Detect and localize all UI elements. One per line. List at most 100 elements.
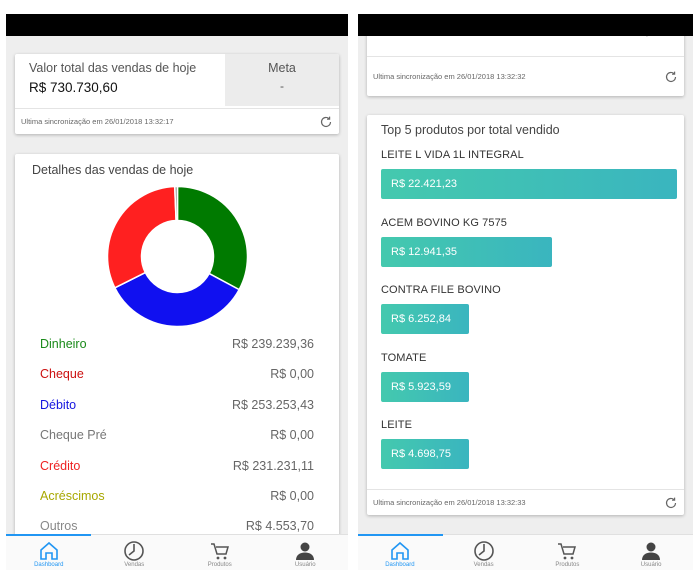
payment-legend: Dinheiro R$ 239.239,36 Cheque R$ 0,00 Débito… bbox=[40, 337, 314, 534]
legend-value: R$ 0,00 bbox=[270, 428, 314, 443]
sync-row: Ultima sincronização em 26/01/2018 13:32… bbox=[15, 108, 339, 134]
product-name: CONTRA FILE BOVINO bbox=[381, 284, 501, 296]
sync-timestamp: Ultima sincronização em 26/01/2018 13:32… bbox=[373, 498, 526, 507]
top-products-title: Top 5 produtos por total vendido bbox=[381, 123, 560, 137]
total-sales-label: Valor total das vendas de hoje bbox=[29, 61, 197, 75]
nav-dashboard[interactable]: Dashboard bbox=[6, 535, 92, 570]
donut-slice-dinheiro bbox=[176, 185, 249, 291]
total-sales-card: Valor total das vendas de hoje R$ 730.73… bbox=[15, 54, 339, 134]
product-item: TOMATE R$ 5.923,59 bbox=[381, 352, 674, 420]
legend-label: Cheque Pré bbox=[40, 428, 107, 443]
legend-label: Dinheiro bbox=[40, 337, 87, 351]
status-bar bbox=[358, 14, 693, 36]
legend-row: Débito R$ 253.253,43 bbox=[40, 398, 314, 428]
nav-vendas[interactable]: Vendas bbox=[442, 535, 526, 570]
status-bar bbox=[6, 14, 348, 36]
nav-dashboard[interactable]: Dashboard bbox=[358, 535, 442, 570]
meta-section: Meta - bbox=[225, 54, 339, 106]
legend-row: Outros R$ 4.553,70 bbox=[40, 519, 314, 534]
user-icon bbox=[642, 542, 661, 560]
total-sales-value: R$ 730.730,60 bbox=[29, 80, 118, 95]
product-value: R$ 12.941,35 bbox=[391, 245, 458, 258]
legend-label: Cheque bbox=[40, 367, 84, 382]
legend-row: Crédito R$ 231.231,11 bbox=[40, 459, 314, 489]
nav-label: Dashboard bbox=[34, 562, 64, 568]
product-value: R$ 22.421,23 bbox=[391, 178, 458, 190]
active-tab-indicator bbox=[6, 534, 91, 536]
legend-row: Acréscimos R$ 0,00 bbox=[40, 489, 314, 519]
nav-usuario[interactable]: Usuário bbox=[609, 535, 693, 570]
nav-label: Produtos bbox=[555, 562, 580, 568]
product-item: LEITE R$ 4.698,75 bbox=[381, 419, 674, 487]
sync-row: Ultima sincronização em 26/01/2018 13:32… bbox=[367, 489, 684, 515]
sales-details-card: Detalhes das vendas de hoje Dinheiro R$ 2… bbox=[15, 154, 339, 534]
legend-value: R$ 239.239,36 bbox=[231, 337, 314, 351]
product-value: R$ 5.923,59 bbox=[391, 380, 451, 393]
product-value: R$ 6.252,84 bbox=[391, 313, 451, 325]
scroll-content[interactable]: Valor total das vendas de hoje R$ 730.73… bbox=[6, 36, 348, 534]
refresh-icon[interactable] bbox=[664, 70, 678, 84]
user-icon bbox=[296, 542, 315, 560]
product-item: CONTRA FILE BOVINO R$ 6.252,84 bbox=[381, 284, 674, 352]
total-sales-section: Valor total das vendas de hoje R$ 730.73… bbox=[15, 54, 225, 106]
legend-label: Crédito bbox=[40, 458, 81, 473]
cart-icon bbox=[210, 543, 229, 560]
product-bar: R$ 5.923,59 bbox=[381, 371, 469, 402]
legend-row: Dinheiro R$ 239.239,36 bbox=[40, 337, 314, 367]
sync-timestamp: Ultima sincronização em 26/01/2018 13:32… bbox=[373, 72, 526, 81]
nav-produtos[interactable]: Produtos bbox=[177, 535, 263, 570]
legend-value: R$ 4.553,70 bbox=[245, 519, 314, 534]
product-name: TOMATE bbox=[381, 351, 427, 364]
cart-icon bbox=[558, 543, 577, 560]
refresh-icon[interactable] bbox=[319, 115, 333, 129]
product-bar: R$ 22.421,23 bbox=[381, 169, 677, 199]
nav-label: Dashboard bbox=[385, 562, 415, 568]
legend-label: Acréscimos bbox=[40, 488, 105, 503]
product-bar: R$ 4.698,75 bbox=[381, 439, 469, 469]
nav-label: Produtos bbox=[207, 562, 232, 568]
sync-timestamp: Ultima sincronização em 26/01/2018 13:32… bbox=[21, 117, 174, 126]
ticket-value: R$ 60,40 bbox=[613, 36, 662, 50]
product-name: LEITE L VIDA 1L INTEGRAL bbox=[381, 149, 524, 161]
product-bar: R$ 6.252,84 bbox=[381, 304, 469, 334]
dashboard-screen-left: Valor total das vendas de hoje R$ 730.73… bbox=[6, 14, 348, 570]
clock-icon bbox=[473, 541, 494, 561]
nav-vendas[interactable]: Vendas bbox=[92, 535, 178, 570]
nav-label: Usuário bbox=[294, 562, 316, 568]
home-icon bbox=[391, 541, 409, 560]
ticket-row: Ticket Médio R$ 60,40 bbox=[367, 36, 684, 50]
legend-value: R$ 253.253,43 bbox=[231, 397, 314, 412]
legend-value: R$ 0,00 bbox=[270, 367, 314, 382]
payment-donut-chart bbox=[106, 185, 249, 328]
clock-icon bbox=[124, 541, 145, 561]
meta-label: Meta bbox=[268, 61, 296, 75]
legend-label: Outros bbox=[40, 519, 78, 534]
donut-slice-cr-dito bbox=[106, 185, 177, 289]
product-name: ACEM BOVINO KG 7575 bbox=[381, 216, 507, 229]
nav-produtos[interactable]: Produtos bbox=[526, 535, 610, 570]
donut-slice-outros bbox=[173, 185, 179, 222]
legend-value: R$ 231.231,11 bbox=[232, 458, 314, 473]
product-name: LEITE bbox=[381, 419, 413, 431]
scroll-content[interactable]: Ticket Médio R$ 60,40 Ultima sincronizaç… bbox=[358, 36, 693, 534]
top-products-card: Top 5 produtos por total vendido LEITE L… bbox=[367, 115, 684, 515]
nav-label: Vendas bbox=[124, 562, 145, 568]
donut-slice-d-bito bbox=[113, 271, 241, 328]
product-bar: R$ 12.941,35 bbox=[381, 236, 552, 267]
bottom-navigation: Dashboard Vendas Produtos Usuário bbox=[6, 534, 348, 570]
nav-label: Usuário bbox=[640, 562, 662, 568]
dashboard-screen-right: Ticket Médio R$ 60,40 Ultima sincronizaç… bbox=[358, 14, 693, 570]
legend-value: R$ 0,00 bbox=[270, 488, 314, 503]
ticket-label: Ticket Médio bbox=[405, 36, 473, 50]
legend-row: Cheque Pré R$ 0,00 bbox=[40, 428, 314, 458]
home-icon bbox=[39, 541, 58, 560]
refresh-icon[interactable] bbox=[664, 496, 678, 510]
ticket-card: Ticket Médio R$ 60,40 Ultima sincronizaç… bbox=[367, 36, 684, 96]
product-item: ACEM BOVINO KG 7575 R$ 12.941,35 bbox=[381, 217, 674, 285]
sales-details-title: Detalhes das vendas de hoje bbox=[32, 163, 194, 177]
product-value: R$ 4.698,75 bbox=[391, 448, 451, 460]
product-item: LEITE L VIDA 1L INTEGRAL R$ 22.421,23 bbox=[381, 149, 677, 217]
nav-usuario[interactable]: Usuário bbox=[263, 535, 349, 570]
nav-label: Vendas bbox=[473, 562, 494, 568]
bottom-navigation: Dashboard Vendas Produtos Usuário bbox=[358, 534, 693, 570]
